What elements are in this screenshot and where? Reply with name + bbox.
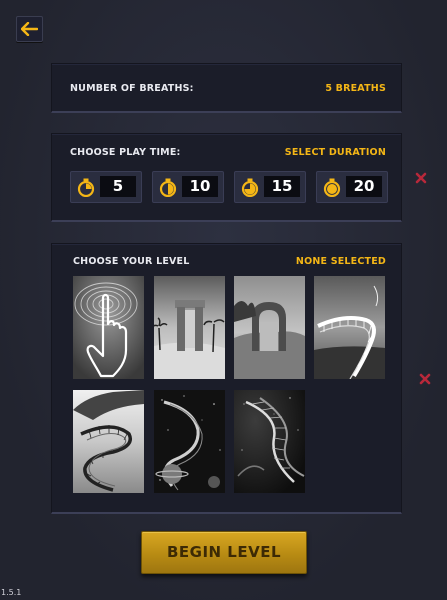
level-label: CHOOSE YOUR LEVEL bbox=[73, 256, 190, 267]
back-button[interactable] bbox=[16, 16, 43, 42]
level-value[interactable]: NONE SELECTED bbox=[296, 256, 386, 267]
level-thumbnail-stone-arch[interactable] bbox=[234, 276, 305, 379]
duration-value: 15 bbox=[264, 176, 300, 197]
dna-helix-image bbox=[234, 390, 305, 493]
level-thumbnail-space-staircase[interactable] bbox=[154, 390, 225, 493]
begin-level-button[interactable]: BEGIN LEVEL bbox=[141, 531, 307, 574]
spiral-staircase-image bbox=[314, 276, 385, 379]
level-thumbnail-finger-touch[interactable] bbox=[73, 276, 144, 379]
level-thumbnail-spiral-staircase[interactable] bbox=[314, 276, 385, 379]
stopwatch-icon bbox=[77, 178, 95, 197]
duration-option-15[interactable]: 15 bbox=[234, 171, 306, 203]
close-icon[interactable] bbox=[415, 172, 427, 184]
stopwatch-icon bbox=[323, 178, 341, 197]
level-panel: CHOOSE YOUR LEVEL NONE SELECTED bbox=[51, 243, 402, 514]
duration-option-5[interactable]: 5 bbox=[70, 171, 142, 203]
stone-arch-image bbox=[234, 276, 305, 379]
version-label: 1.5.1 bbox=[1, 588, 22, 597]
breaths-label: NUMBER OF BREATHS: bbox=[70, 83, 194, 94]
duration-option-10[interactable]: 10 bbox=[152, 171, 224, 203]
arrow-left-icon bbox=[21, 22, 38, 36]
stopwatch-icon bbox=[159, 178, 177, 197]
tower-staircase-image bbox=[73, 390, 144, 493]
space-staircase-image bbox=[154, 390, 225, 493]
duration-value: 20 bbox=[346, 176, 382, 197]
desert-gate-image bbox=[154, 276, 225, 379]
breaths-panel[interactable]: NUMBER OF BREATHS: 5 BREATHS bbox=[51, 63, 402, 113]
duration-option-20[interactable]: 20 bbox=[316, 171, 388, 203]
play-time-value[interactable]: SELECT DURATION bbox=[285, 147, 386, 158]
duration-value: 5 bbox=[100, 176, 136, 197]
level-thumbnail-tower-staircase[interactable] bbox=[73, 390, 144, 493]
finger-touch-image bbox=[73, 276, 144, 379]
duration-value: 10 bbox=[182, 176, 218, 197]
breaths-value[interactable]: 5 BREATHS bbox=[325, 83, 386, 94]
level-thumbnail-desert-gate[interactable] bbox=[154, 276, 225, 379]
play-time-panel: CHOOSE PLAY TIME: SELECT DURATION 5 10 1… bbox=[51, 133, 402, 222]
level-thumbnail-dna-helix[interactable] bbox=[234, 390, 305, 493]
play-time-label: CHOOSE PLAY TIME: bbox=[70, 147, 181, 158]
stopwatch-icon bbox=[241, 178, 259, 197]
close-icon[interactable] bbox=[419, 373, 431, 385]
